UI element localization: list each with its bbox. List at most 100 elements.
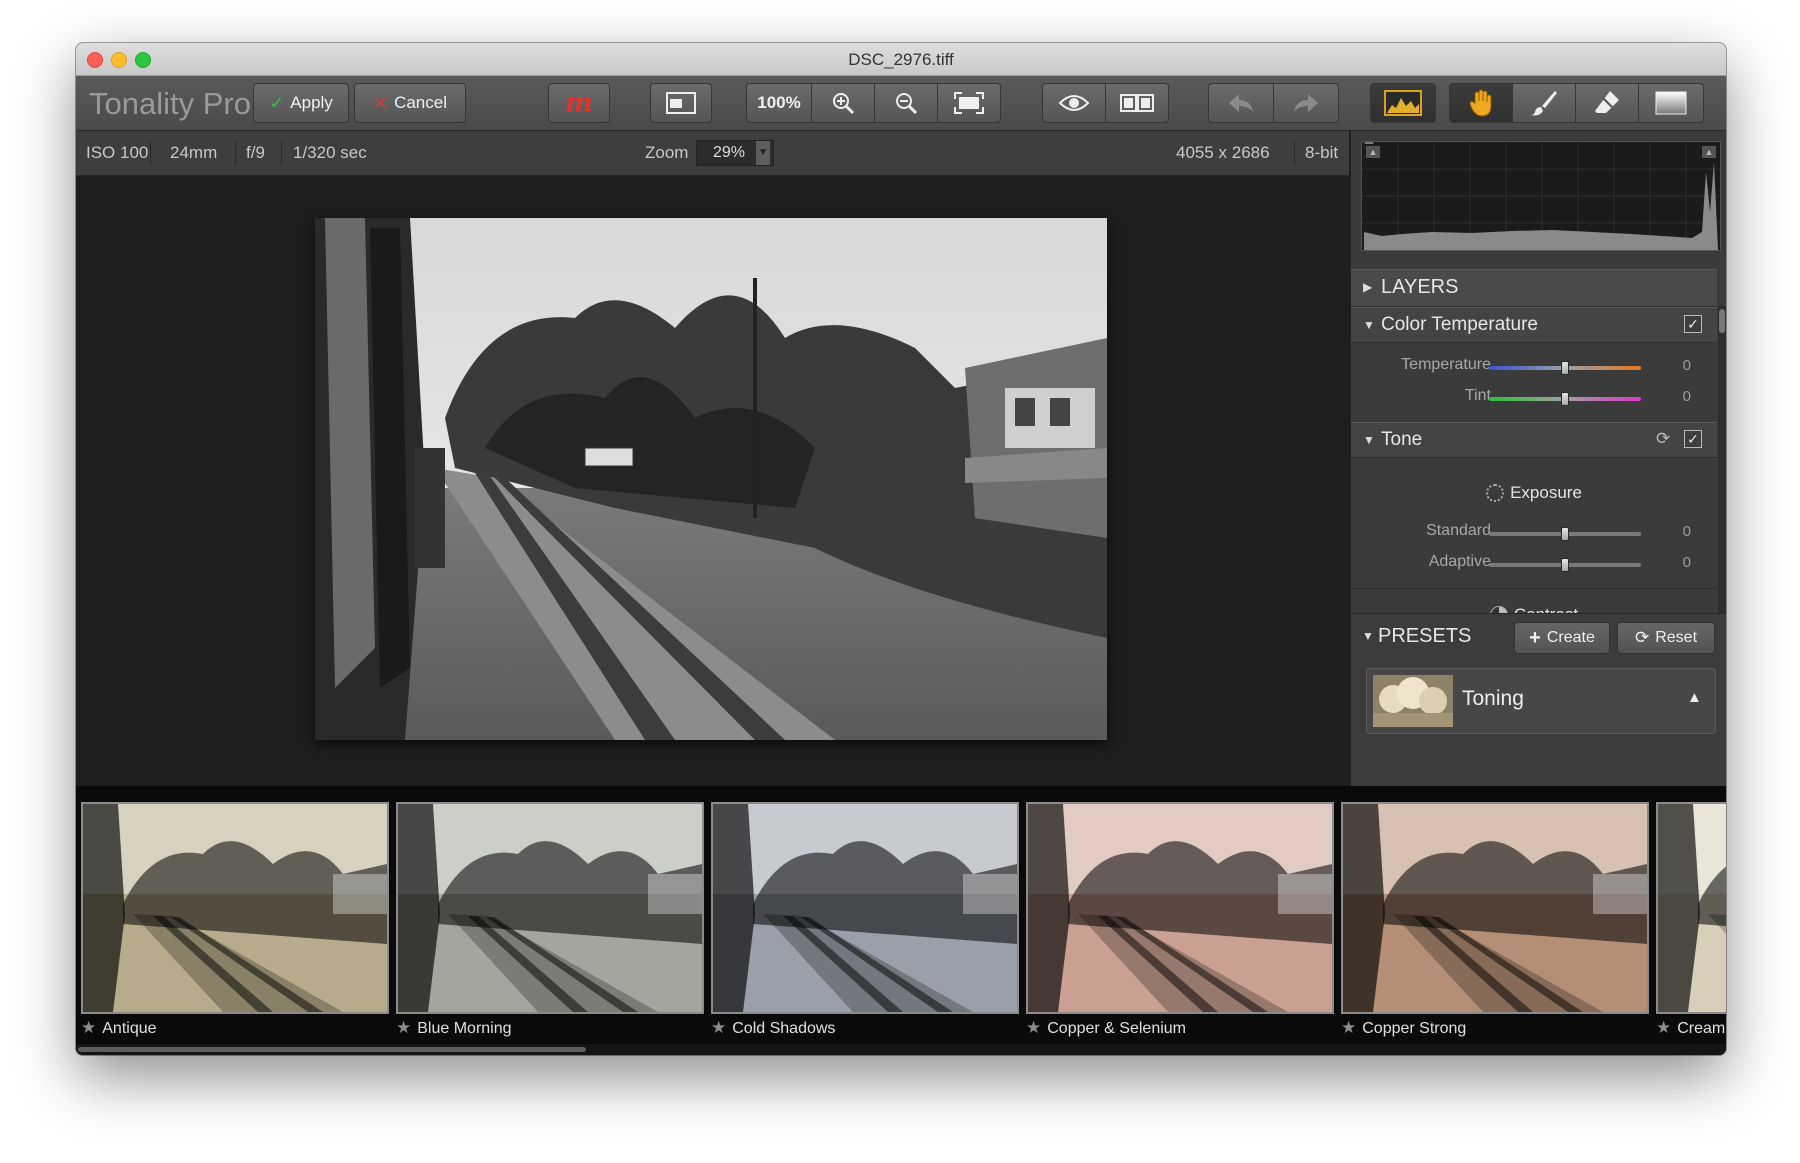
preset-thumbnail[interactable]: ★ Copper Strong [1341, 802, 1649, 1037]
zoom-value: 29% [713, 144, 746, 161]
standard-value: 0 [1682, 523, 1691, 540]
layers-section-header[interactable]: ▶ LAYERS [1351, 269, 1717, 307]
histogram-toggle-button[interactable] [1370, 83, 1436, 123]
x-icon: ✕ [372, 92, 389, 113]
app-name: Tonality Pro [89, 86, 251, 121]
preset-preview-image [81, 802, 389, 1014]
histogram-icon [1384, 90, 1422, 116]
preset-caption: ★ Copper Strong [1341, 1018, 1466, 1040]
redo-button[interactable] [1273, 83, 1339, 123]
bitdepth-info: 8-bit [1305, 143, 1339, 162]
gradient-tool-button[interactable] [1638, 83, 1704, 123]
layers-label: LAYERS [1381, 276, 1459, 298]
divider [1351, 588, 1717, 589]
plus-icon: + [1529, 626, 1541, 649]
reset-preset-button[interactable]: ⟳ Reset [1617, 622, 1715, 654]
logo-m-icon: m [565, 88, 593, 118]
preset-thumbnail[interactable]: ★ Copper & Selenium [1026, 802, 1334, 1037]
adaptive-slider-handle[interactable] [1561, 558, 1569, 572]
tone-checkbox[interactable]: ✓ [1684, 430, 1702, 448]
preview-eye-button[interactable] [1042, 83, 1106, 123]
preset-name: Cream [1677, 1020, 1726, 1037]
zoom-out-icon [896, 93, 918, 115]
preset-thumbnail[interactable]: ★ Cream [1656, 802, 1726, 1037]
color-temperature-label: Color Temperature [1381, 314, 1539, 335]
preset-thumbnail[interactable]: ★ Cold Shadows [711, 802, 1019, 1037]
color-temperature-header[interactable]: ▼ Color Temperature ✓ [1351, 307, 1717, 343]
star-icon[interactable]: ★ [81, 1018, 96, 1037]
split-view-icon [1120, 94, 1154, 112]
create-preset-button[interactable]: + Create [1514, 622, 1610, 654]
shadow-clipping-icon[interactable]: ▲ [1366, 146, 1380, 158]
zoom-in-icon [833, 93, 855, 115]
app-window: DSC_2976.tiff Tonality Pro ✓ Apply ✕ Can… [76, 43, 1726, 1055]
chevron-right-icon: ▶ [1363, 280, 1373, 294]
gradient-icon [1655, 91, 1687, 115]
aperture-icon [1486, 484, 1505, 502]
filmstrip-scrollbar-thumb[interactable] [78, 1047, 586, 1052]
star-icon[interactable]: ★ [711, 1018, 726, 1037]
checkmark-icon: ✓ [269, 92, 285, 113]
tint-value: 0 [1682, 388, 1691, 405]
aperture-info: f/9 [246, 143, 265, 162]
zoom-label: Zoom [645, 143, 689, 162]
zoom-100-label: 100% [757, 93, 801, 112]
apply-button[interactable]: ✓ Apply [253, 83, 349, 123]
zoom-100-button[interactable]: 100% [746, 83, 812, 123]
divider [235, 141, 236, 165]
standard-slider-handle[interactable] [1561, 527, 1569, 541]
preset-name: Antique [102, 1020, 157, 1037]
hand-icon [1469, 89, 1492, 117]
tone-label: Tone [1381, 429, 1423, 450]
filmstrip-scrollbar[interactable] [76, 1044, 1726, 1055]
preset-caption: ★ Copper & Selenium [1026, 1018, 1186, 1040]
zoom-in-button[interactable] [811, 83, 875, 123]
chevron-down-icon[interactable]: ▼ [756, 141, 770, 165]
logo-m-button[interactable]: m [548, 83, 610, 123]
cancel-button[interactable]: ✕ Cancel [354, 83, 466, 123]
toolbar: Tonality Pro ✓ Apply ✕ Cancel m 100% [76, 76, 1726, 131]
image-canvas[interactable] [76, 176, 1349, 786]
brush-tool-button[interactable] [1512, 83, 1576, 123]
exposure-label: Exposure [1510, 483, 1582, 502]
preview-eye-icon [1058, 95, 1090, 111]
highlight-clipping-icon[interactable]: ▲ [1702, 146, 1716, 158]
star-icon[interactable]: ★ [1341, 1018, 1356, 1037]
single-view-icon [666, 92, 696, 114]
star-icon[interactable]: ★ [1026, 1018, 1041, 1037]
preset-thumbnail[interactable]: ★ Blue Morning [396, 802, 704, 1037]
hand-tool-button[interactable] [1449, 83, 1513, 123]
chevron-up-icon: ▲ [1687, 689, 1702, 706]
star-icon[interactable]: ★ [396, 1018, 411, 1037]
fit-screen-icon [954, 92, 984, 114]
main-photo [315, 218, 1107, 740]
cancel-label: Cancel [394, 93, 447, 112]
preset-preview-image [711, 802, 1019, 1014]
tint-slider-handle[interactable] [1561, 392, 1569, 406]
tone-header[interactable]: ▼ Tone ⟳ ✓ [1351, 422, 1717, 458]
reset-icon[interactable]: ⟳ [1656, 429, 1670, 449]
temperature-slider-handle[interactable] [1561, 361, 1569, 375]
single-view-button[interactable] [650, 83, 712, 123]
preset-name: Blue Morning [417, 1020, 512, 1037]
fit-screen-button[interactable] [937, 83, 1001, 123]
undo-button[interactable] [1208, 83, 1274, 123]
temperature-value: 0 [1682, 357, 1691, 374]
zoom-out-button[interactable] [874, 83, 938, 123]
preset-caption: ★ Antique [81, 1018, 157, 1040]
preset-caption: ★ Cream [1656, 1018, 1725, 1040]
split-view-button[interactable] [1105, 83, 1169, 123]
iso-info: ISO 100 [86, 143, 149, 162]
temperature-label: Temperature [1401, 356, 1491, 373]
panel-scrollbar[interactable] [1718, 306, 1726, 614]
preset-caption: ★ Cold Shadows [711, 1018, 835, 1040]
preset-filmstrip: ★ Antique ★ Blue Morning ★ Cold Shadows ★ Coppe… [76, 786, 1726, 1055]
panel-scrollbar-thumb[interactable] [1719, 309, 1725, 333]
preset-thumbnail[interactable]: ★ Antique [81, 802, 389, 1037]
star-icon[interactable]: ★ [1656, 1018, 1671, 1037]
eraser-tool-button[interactable] [1575, 83, 1639, 123]
color-temperature-checkbox[interactable]: ✓ [1684, 315, 1702, 333]
title-bar: DSC_2976.tiff [76, 43, 1726, 76]
preset-category-selector[interactable]: Toning ▲ [1366, 668, 1716, 734]
divider [150, 141, 151, 165]
